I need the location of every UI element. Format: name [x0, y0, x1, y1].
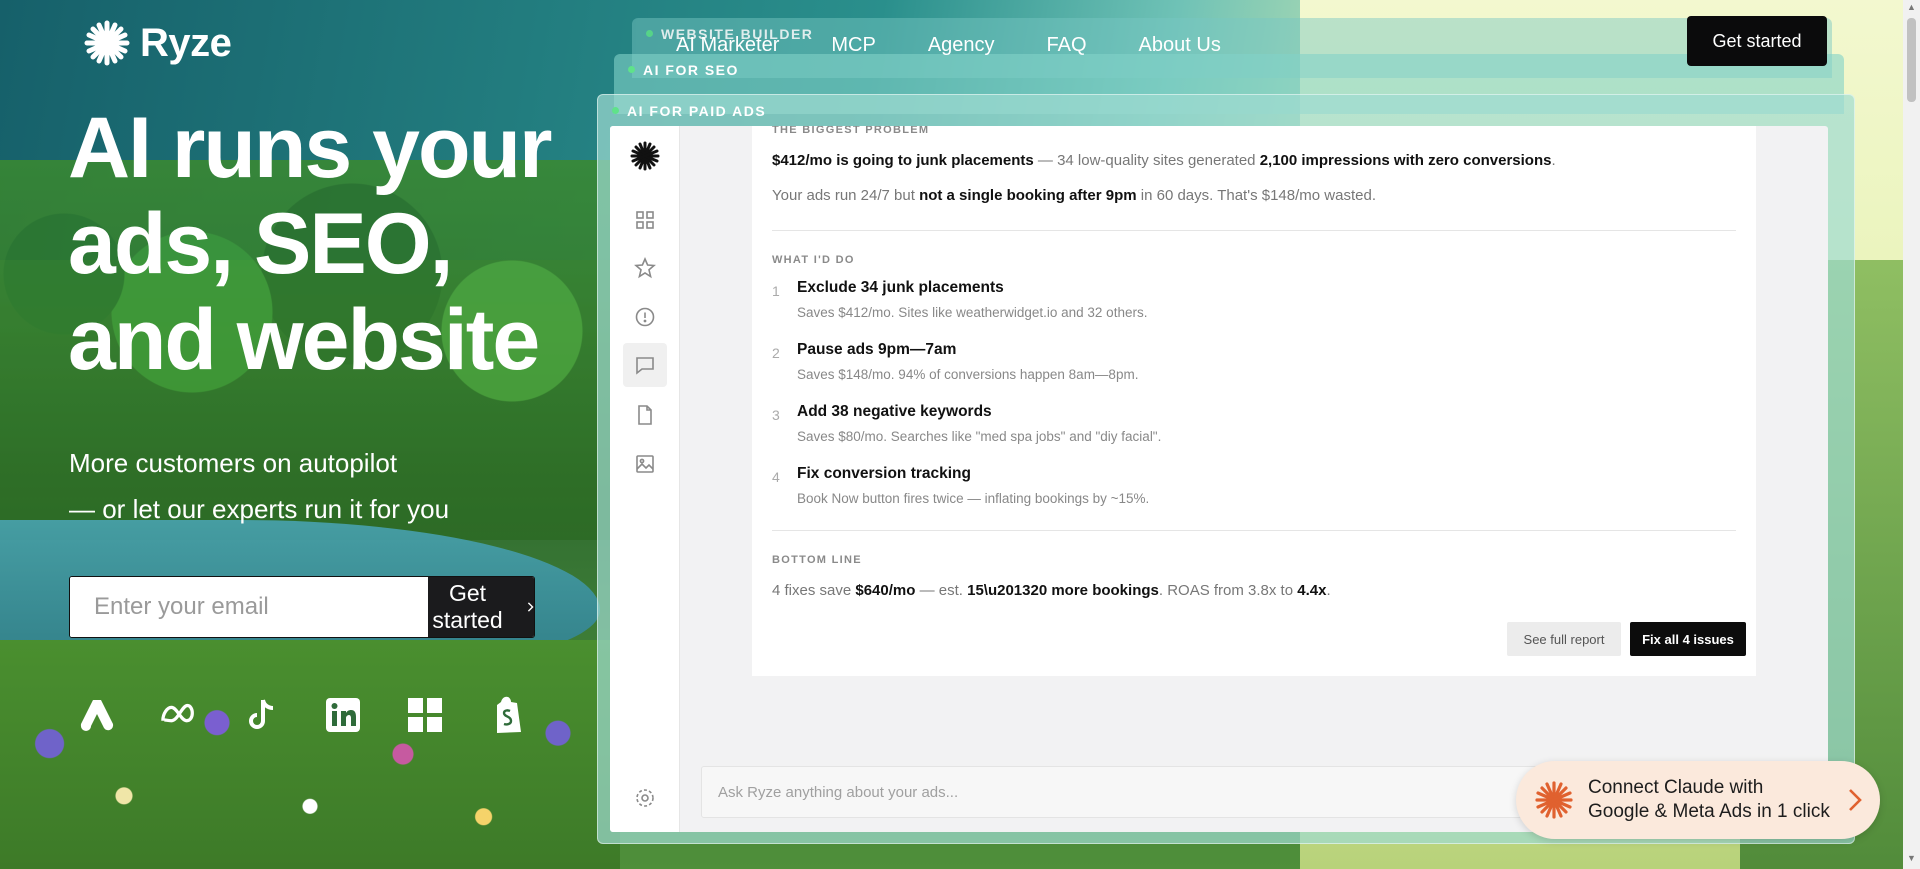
- alert-icon[interactable]: [629, 301, 661, 333]
- actions-section-label: WHAT I'D DO: [772, 254, 855, 266]
- document-icon[interactable]: [629, 399, 661, 431]
- bottom-line-label: BOTTOM LINE: [772, 554, 862, 566]
- brand-name: Ryze: [140, 20, 232, 65]
- status-dot: [628, 66, 635, 73]
- linkedin-icon: [324, 696, 362, 734]
- chevron-right-icon: [1849, 789, 1862, 811]
- nav-ai-marketer[interactable]: AI Marketer: [676, 34, 779, 57]
- hero-subtitle: More customers on autopilot — or let our…: [69, 448, 450, 524]
- connect-claude-text: Connect Claude with Google & Meta Ads in…: [1588, 777, 1830, 822]
- action-title: Fix conversion tracking: [797, 465, 971, 482]
- bottom-line-text: 4 fixes save $640/mo — est. 15\u201320 m…: [772, 582, 1331, 599]
- brand-logo[interactable]: Ryze: [84, 20, 232, 66]
- problem-line-1: $412/mo is going to junk placements — 34…: [772, 152, 1556, 169]
- divider: [772, 530, 1736, 531]
- connect-claude-banner[interactable]: Connect Claude with Google & Meta Ads in…: [1516, 761, 1880, 839]
- email-input[interactable]: [70, 577, 428, 637]
- action-description: Saves $412/mo. Sites like weatherwidget.…: [797, 305, 1148, 320]
- scroll-up-arrow[interactable]: ▲: [1906, 2, 1917, 16]
- action-title: Add 38 negative keywords: [797, 403, 992, 420]
- action-number: 1: [772, 283, 780, 299]
- claude-logo-icon: [1535, 781, 1573, 819]
- nav-agency[interactable]: Agency: [928, 34, 995, 57]
- get-started-button[interactable]: Get started: [428, 577, 534, 637]
- problem-section-label: THE BIGGEST PROBLEM: [772, 126, 930, 136]
- platform-icons: [78, 696, 526, 734]
- nav-faq[interactable]: FAQ: [1047, 34, 1087, 57]
- page-scrollbar[interactable]: ▲ ▼: [1903, 0, 1920, 869]
- settings-icon[interactable]: [629, 782, 661, 814]
- action-title: Pause ads 9pm—7am: [797, 341, 957, 358]
- ai-report-panel: THE BIGGEST PROBLEM $412/mo is going to …: [752, 126, 1756, 676]
- problem-line-2: Your ads run 24/7 but not a single booki…: [772, 187, 1376, 204]
- fix-all-issues-button[interactable]: Fix all 4 issues: [1630, 622, 1746, 656]
- action-description: Book Now button fires twice — inflating …: [797, 491, 1150, 506]
- main-nav: AI Marketer MCP Agency FAQ About Us: [676, 34, 1221, 57]
- card-tab-label: AI FOR SEO: [643, 62, 739, 78]
- scrollbar-thumb[interactable]: [1907, 18, 1916, 102]
- status-dot: [646, 30, 653, 37]
- status-dot: [612, 107, 619, 114]
- ryze-logo-icon[interactable]: [629, 140, 661, 172]
- nav-about-us[interactable]: About Us: [1139, 34, 1221, 57]
- microsoft-icon: [406, 696, 444, 734]
- hero-title: AI runs your ads, SEO, and website: [68, 100, 553, 388]
- scroll-down-arrow[interactable]: ▼: [1906, 853, 1917, 867]
- ads-app-window: THE BIGGEST PROBLEM $412/mo is going to …: [610, 126, 1828, 832]
- action-number: 3: [772, 407, 780, 423]
- star-icon[interactable]: [629, 252, 661, 284]
- dashboard-icon[interactable]: [629, 204, 661, 236]
- divider: [772, 230, 1736, 231]
- header-get-started-button[interactable]: Get started: [1687, 16, 1827, 66]
- card-tab-label: AI FOR PAID ADS: [627, 103, 767, 119]
- get-started-label: Get started: [432, 580, 503, 633]
- tiktok-icon: [242, 696, 280, 734]
- app-sidebar: [610, 126, 680, 832]
- action-description: Saves $80/mo. Searches like "med spa job…: [797, 429, 1162, 444]
- shopify-icon: [488, 696, 526, 734]
- google-ads-icon: [78, 696, 116, 734]
- nav-mcp[interactable]: MCP: [831, 34, 875, 57]
- see-full-report-button[interactable]: See full report: [1507, 622, 1621, 656]
- image-icon[interactable]: [629, 448, 661, 480]
- chat-icon[interactable]: [623, 343, 667, 387]
- action-number: 2: [772, 345, 780, 361]
- action-number: 4: [772, 469, 780, 485]
- email-signup-form: Get started: [69, 576, 535, 638]
- chevron-right-icon: [527, 602, 534, 612]
- ryze-logo-icon: [84, 20, 130, 66]
- action-description: Saves $148/mo. 94% of conversions happen…: [797, 367, 1139, 382]
- action-title: Exclude 34 junk placements: [797, 279, 1004, 296]
- meta-icon: [160, 696, 198, 734]
